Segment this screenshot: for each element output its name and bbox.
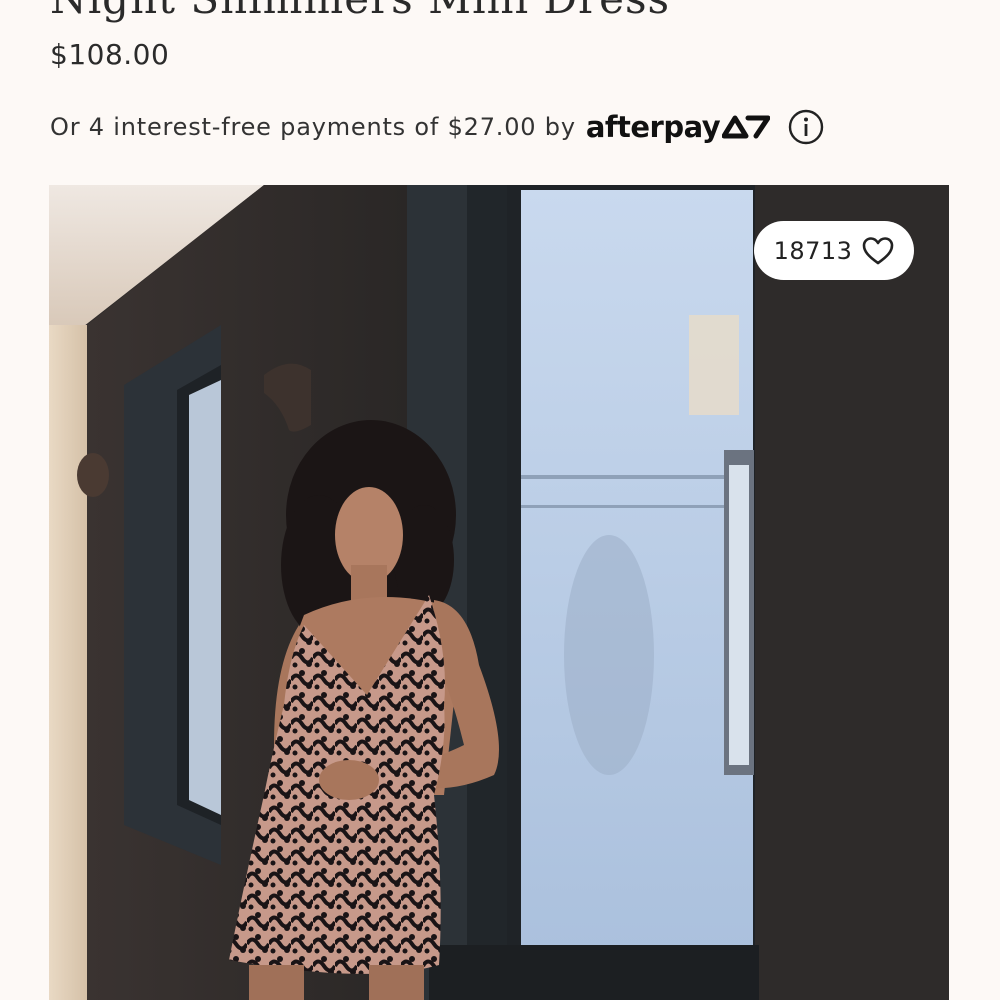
afterpay-logo: afterpay xyxy=(585,110,771,144)
afterpay-wordmark: afterpay xyxy=(585,110,721,144)
product-photo xyxy=(49,185,949,1000)
afterpay-row: Or 4 interest-free payments of $27.00 by… xyxy=(50,106,824,148)
like-button[interactable]: 18713 xyxy=(754,221,914,280)
like-count: 18713 xyxy=(773,236,853,265)
afterpay-installment-text: Or 4 interest-free payments of $27.00 by xyxy=(50,113,576,141)
heart-icon xyxy=(863,236,894,264)
info-icon[interactable] xyxy=(788,109,824,145)
product-title: Night Shimmers Mini Dress xyxy=(50,0,670,23)
afterpay-arrows-icon xyxy=(722,115,771,139)
product-image[interactable] xyxy=(49,185,949,1000)
product-price: $108.00 xyxy=(50,38,170,71)
